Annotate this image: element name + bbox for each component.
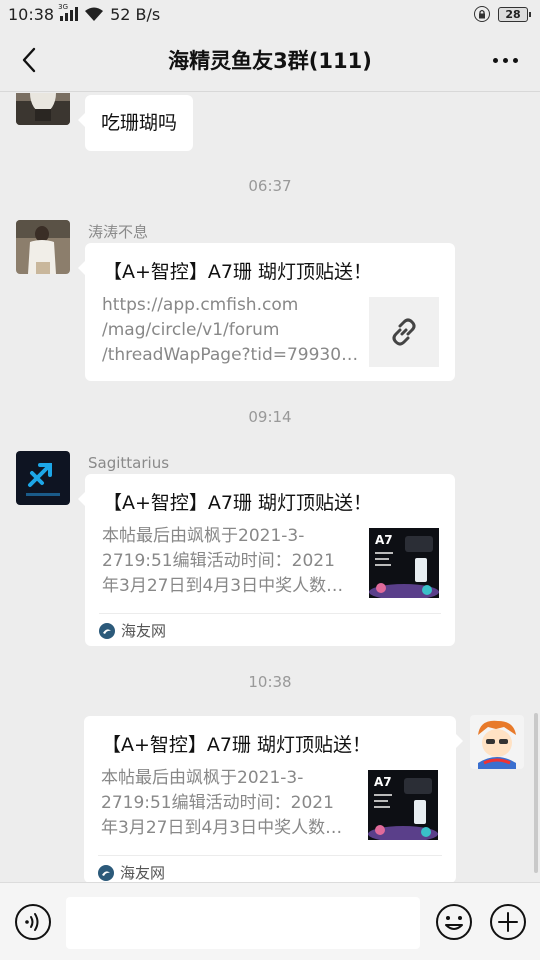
more-functions-button[interactable] [489, 903, 527, 941]
card-source: 海友网 [99, 620, 166, 641]
card-thumbnail: A7 [369, 528, 439, 598]
status-time: 10:38 [8, 4, 55, 24]
source-name: 海友网 [120, 864, 166, 882]
voice-input-button[interactable] [14, 903, 52, 941]
more-options-button[interactable] [488, 48, 522, 72]
rotation-lock-icon [474, 6, 490, 22]
source-name: 海友网 [121, 622, 167, 640]
card-title: 【A+智控】A7珊 瑚灯顶贴送！ [102, 734, 372, 756]
card-thumbnail: A7 [368, 770, 438, 840]
emoji-icon [436, 904, 472, 940]
message-text: 吃珊瑚吗 [101, 112, 178, 134]
avatar[interactable] [16, 93, 70, 125]
timestamp: 06:37 [248, 177, 292, 195]
card-thumbnail [369, 297, 439, 367]
card-description: 本帖最后由飒枫于2021-3- 2719:51编辑活动时间：2021 年3月27… [102, 526, 344, 596]
card-divider [98, 855, 442, 856]
timestamp: 09:14 [248, 408, 292, 426]
signal-icon: 3G [58, 3, 79, 21]
card-source: 海友网 [98, 862, 165, 882]
chat-area[interactable]: 吃珊瑚吗 06:37 涛涛不息 【A+智控】A7珊 瑚灯顶贴送！ https:/… [0, 93, 540, 882]
card-description: 本帖最后由飒枫于2021-3- 2719:51编辑活动时间：2021 年3月27… [101, 768, 343, 838]
network-speed: 52 B/s [110, 4, 161, 24]
avatar[interactable] [16, 220, 70, 274]
card-title: 【A+智控】A7珊 瑚灯顶贴送！ [103, 492, 373, 514]
scrollbar[interactable] [534, 713, 538, 873]
plus-icon [490, 904, 526, 940]
chat-title: 海精灵鱼友3群(111) [168, 48, 372, 73]
svg-text:A7: A7 [375, 533, 393, 547]
link-card[interactable]: 【A+智控】A7珊 瑚灯顶贴送！ https://app.cmfish.com … [78, 243, 455, 381]
emoji-button[interactable] [435, 903, 473, 941]
voice-icon [15, 904, 51, 940]
back-button[interactable] [14, 44, 44, 76]
avatar[interactable] [470, 715, 524, 769]
link-icon [392, 318, 416, 346]
source-logo-icon [98, 864, 114, 881]
card-title: 【A+智控】A7珊 瑚灯顶贴送！ [103, 261, 373, 283]
message-input[interactable] [66, 897, 420, 949]
link-card[interactable]: 【A+智控】A7珊 瑚灯顶贴送！ 本帖最后由飒枫于2021-3- 2719:51… [78, 474, 455, 646]
card-divider [99, 613, 441, 614]
svg-text:A7: A7 [374, 775, 392, 789]
chevron-left-icon [22, 47, 36, 73]
wifi-icon [85, 7, 104, 21]
status-bar: 10:38 3G 52 B/s 28 [0, 0, 540, 28]
chat-header: 海精灵鱼友3群(111) [0, 28, 540, 92]
sender-name: 涛涛不息 [88, 223, 149, 241]
link-card[interactable]: 【A+智控】A7珊 瑚灯顶贴送！ 本帖最后由飒枫于2021-3- 2719:51… [84, 716, 463, 882]
timestamp: 10:38 [248, 673, 292, 691]
input-bar [0, 882, 540, 960]
card-description: https://app.cmfish.com /mag/circle/v1/fo… [102, 295, 357, 365]
battery-icon: 28 [498, 6, 531, 22]
message-bubble[interactable]: 吃珊瑚吗 [77, 95, 194, 151]
source-logo-icon [99, 622, 115, 639]
sender-name: Sagittarius [88, 454, 170, 472]
avatar[interactable] [16, 451, 70, 505]
